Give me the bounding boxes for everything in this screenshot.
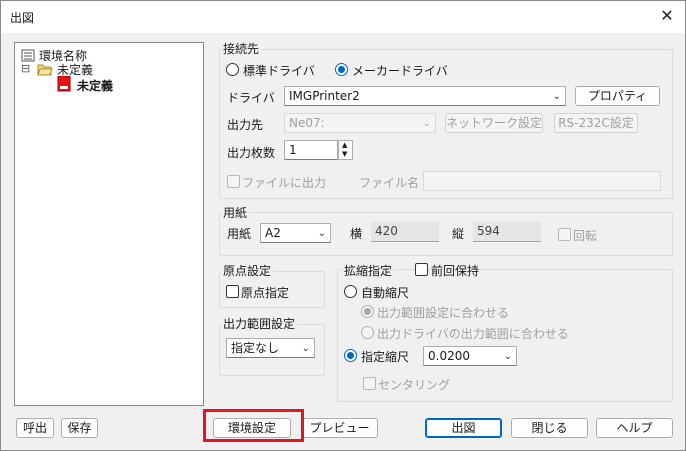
file-output-checkbox[interactable] bbox=[227, 175, 240, 188]
auto-scale-radio[interactable] bbox=[344, 285, 357, 298]
properties-button[interactable]: プロパティ bbox=[575, 86, 660, 106]
copies-label: 出力枚数 bbox=[227, 146, 276, 160]
connection-group-label: 接続先 bbox=[221, 40, 262, 57]
origin-specify-checkbox[interactable] bbox=[226, 285, 239, 298]
auto-scale-label: 自動縮尺 bbox=[361, 286, 410, 300]
preview-button[interactable]: プレビュー bbox=[301, 418, 378, 438]
output-range-select[interactable]: 指定なし ⌄ bbox=[226, 338, 315, 358]
output-select[interactable]: Ne07: ⌄ bbox=[284, 113, 436, 133]
tree-item-label: 未定義 bbox=[77, 79, 114, 93]
origin-group-label: 原点設定 bbox=[221, 262, 274, 279]
rs232c-settings-button[interactable]: RS-232C設定 bbox=[554, 113, 638, 133]
printer-config-icon bbox=[57, 76, 71, 92]
save-button[interactable]: 保存 bbox=[61, 418, 98, 438]
fit-driver-radio[interactable] bbox=[361, 326, 374, 339]
highlight-box bbox=[203, 409, 304, 442]
paper-group-label: 用紙 bbox=[221, 204, 250, 221]
fit-range-label: 出力範囲設定に合わせる bbox=[377, 306, 510, 320]
close-button[interactable]: 閉じる bbox=[511, 418, 588, 438]
maker-driver-label: メーカードライバ bbox=[352, 64, 448, 78]
standard-driver-radio[interactable] bbox=[226, 63, 239, 76]
close-icon[interactable]: ✕ bbox=[657, 6, 677, 26]
stepper-down-icon[interactable]: ▼ bbox=[342, 150, 347, 158]
output-value: Ne07: bbox=[289, 116, 325, 130]
filename-label: ファイル名 bbox=[359, 176, 420, 190]
window-title: 出図 bbox=[10, 11, 35, 25]
specified-scale-radio[interactable] bbox=[344, 349, 357, 362]
specified-scale-select[interactable]: 0.0200 ⌄ bbox=[423, 346, 517, 366]
specified-scale-label: 指定縮尺 bbox=[361, 350, 410, 364]
chevron-down-icon: ⌄ bbox=[503, 351, 512, 362]
help-button[interactable]: ヘルプ bbox=[596, 418, 673, 438]
call-button[interactable]: 呼出 bbox=[16, 418, 54, 438]
standard-driver-label: 標準ドライバ bbox=[243, 64, 315, 78]
keep-previous-label: 前回保持 bbox=[431, 264, 480, 278]
paper-width-field: 420 bbox=[371, 222, 439, 242]
output-range-value: 指定なし bbox=[231, 341, 280, 355]
maker-driver-radio[interactable] bbox=[335, 63, 348, 76]
file-output-label: ファイルに出力 bbox=[242, 176, 327, 190]
rotate-label: 回転 bbox=[573, 229, 598, 243]
title-bar: 出図 ✕ bbox=[1, 1, 685, 33]
specified-scale-value: 0.0200 bbox=[428, 349, 470, 363]
driver-select[interactable]: IMGPrinter2 ⌄ bbox=[284, 86, 566, 106]
plot-dialog: 出図 ✕ 環境名称 ⊟ 未定義 未定義 接続先 標準ドライバ メーカードライバ … bbox=[0, 0, 686, 451]
paper-height-field: 594 bbox=[473, 222, 541, 242]
output-button[interactable]: 出図 bbox=[425, 418, 502, 438]
folder-open-icon bbox=[37, 64, 53, 76]
origin-specify-label: 原点指定 bbox=[241, 286, 290, 300]
chevron-down-icon: ⌄ bbox=[422, 118, 431, 129]
scale-group-label: 拡縮指定 bbox=[342, 262, 395, 279]
paper-size-value: A2 bbox=[265, 226, 281, 240]
centering-checkbox[interactable] bbox=[363, 377, 376, 390]
driver-label: ドライバ bbox=[227, 91, 275, 105]
fit-range-radio[interactable] bbox=[361, 305, 374, 318]
output-label: 出力先 bbox=[227, 118, 264, 132]
chevron-down-icon: ⌄ bbox=[317, 228, 326, 239]
paper-size-select[interactable]: A2 ⌄ bbox=[260, 223, 331, 243]
driver-value: IMGPrinter2 bbox=[289, 89, 360, 103]
width-label: 横 bbox=[350, 227, 363, 241]
keep-previous-checkbox[interactable] bbox=[415, 263, 428, 276]
copies-stepper[interactable]: ▲ ▼ bbox=[338, 140, 353, 160]
paper-label: 用紙 bbox=[227, 227, 252, 241]
environment-tree[interactable]: 環境名称 ⊟ 未定義 未定義 bbox=[14, 42, 204, 406]
chevron-down-icon: ⌄ bbox=[301, 343, 310, 354]
chevron-down-icon: ⌄ bbox=[552, 91, 561, 102]
centering-label: センタリング bbox=[378, 378, 451, 392]
collapse-icon[interactable]: ⊟ bbox=[21, 62, 30, 75]
network-settings-button[interactable]: ネットワーク設定 bbox=[445, 113, 543, 133]
fit-driver-label: 出力ドライバの出力範囲に合わせる bbox=[377, 327, 569, 341]
stepper-up-icon[interactable]: ▲ bbox=[342, 141, 347, 149]
filename-input[interactable] bbox=[423, 171, 661, 191]
height-label: 縦 bbox=[452, 227, 465, 241]
copies-value: 1 bbox=[289, 143, 297, 157]
list-icon bbox=[21, 49, 35, 62]
copies-input[interactable]: 1 bbox=[284, 140, 338, 160]
output-range-group-label: 出力範囲設定 bbox=[221, 315, 298, 332]
rotate-checkbox[interactable] bbox=[558, 228, 571, 241]
